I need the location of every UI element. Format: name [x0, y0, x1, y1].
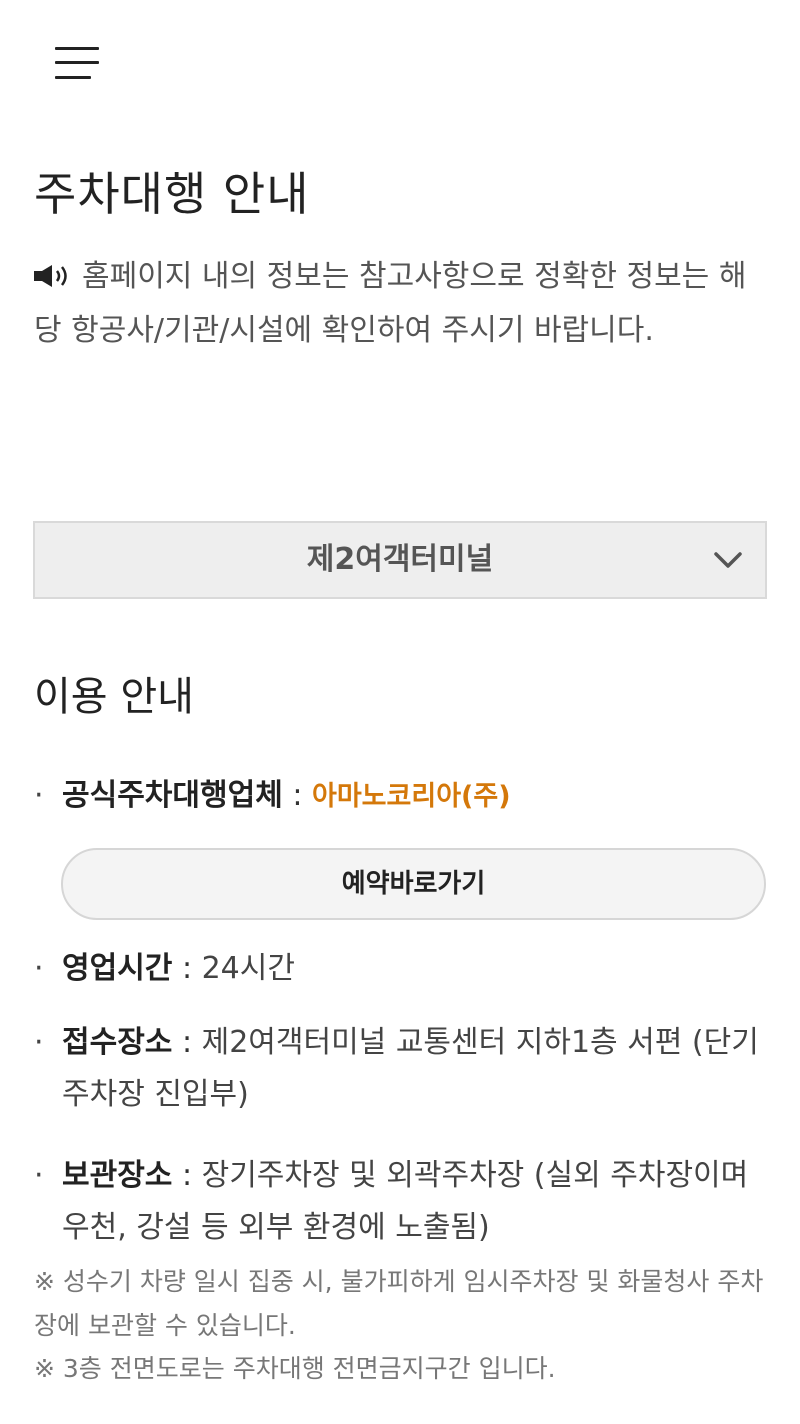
- info-item-operator: · 공식주차대행업체 : 아마노코리아(주): [34, 770, 774, 823]
- operator-value: 아마노코리아(주): [312, 781, 511, 812]
- terminal-select[interactable]: 제2여객터미널: [33, 521, 767, 599]
- note-peak-season: ※ 성수기 차량 일시 집중 시, 불가피하게 임시주차장 및 화물청사 주차장…: [34, 1267, 764, 1340]
- info-item-hours: · 영업시간 : 24시간: [34, 943, 774, 995]
- chevron-down-icon: [714, 552, 742, 568]
- reception-sep: :: [172, 1025, 202, 1060]
- bullet: ·: [34, 951, 44, 986]
- info-item-reception: · 접수장소 : 제2여객터미널 교통센터 지하1층 서편 (단기주차장 진입부…: [34, 1017, 774, 1121]
- hours-label: 영업시간: [62, 951, 173, 986]
- speaker-icon: [34, 265, 67, 287]
- storage-label: 보관장소: [62, 1158, 173, 1193]
- terminal-select-value: 제2여객터미널: [306, 542, 494, 577]
- hours-value: 24시간: [201, 951, 295, 986]
- hours-sep: :: [172, 951, 202, 986]
- note-restricted-zone: ※ 3층 전면도로는 주차대행 전면금지구간 입니다.: [34, 1354, 556, 1383]
- info-notice: 홈페이지 내의 정보는 참고사항으로 정확한 정보는 해당 항공사/기관/시설에…: [34, 250, 764, 358]
- operator-label: 공식주차대행업체: [62, 778, 283, 813]
- hamburger-menu-icon[interactable]: [55, 47, 99, 81]
- reserve-button[interactable]: 예약바로가기: [61, 848, 766, 920]
- storage-sep: :: [172, 1158, 202, 1193]
- bullet: ·: [34, 1158, 44, 1193]
- section-title: 이용 안내: [34, 674, 194, 720]
- page-title: 주차대행 안내: [34, 167, 310, 221]
- notice-text: 홈페이지 내의 정보는 참고사항으로 정확한 정보는 해당 항공사/기관/시설에…: [34, 259, 747, 348]
- info-item-storage: · 보관장소 : 장기주차장 및 외곽주차장 (실외 주차장이며 우천, 강설 …: [34, 1150, 774, 1254]
- bullet: ·: [34, 1025, 44, 1060]
- reception-label: 접수장소: [62, 1025, 173, 1060]
- bullet: ·: [34, 778, 44, 813]
- operator-sep: :: [282, 778, 312, 813]
